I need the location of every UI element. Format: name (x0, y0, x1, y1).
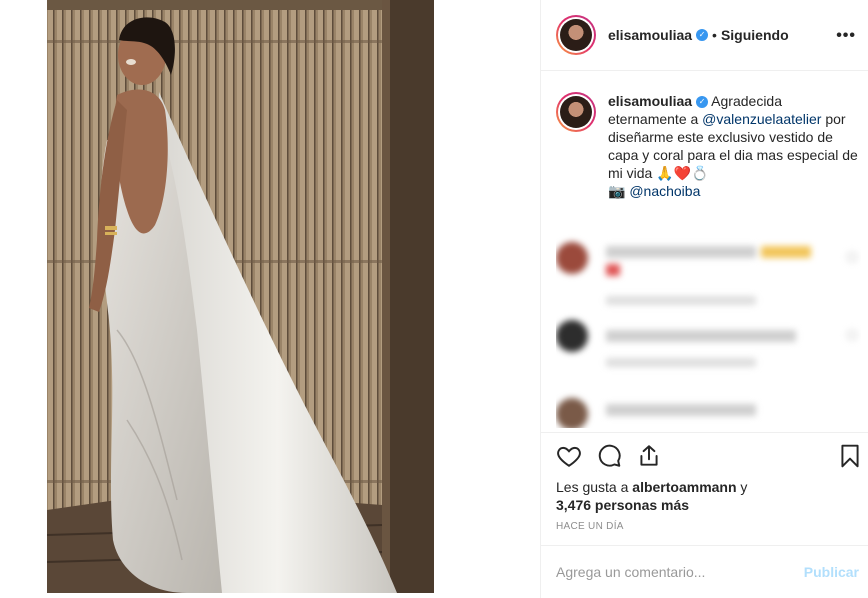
author-username[interactable]: elisamouliaa (608, 27, 692, 43)
comment-item (556, 310, 861, 372)
likes-summary: Les gusta a albertoammann y 3,476 person… (556, 478, 747, 514)
bookmark-icon[interactable] (837, 443, 863, 469)
comments-list[interactable] (556, 232, 861, 428)
action-bar (541, 432, 868, 476)
publish-button[interactable]: Publicar (804, 564, 859, 580)
add-comment-form: Publicar (541, 545, 868, 598)
heart-icon[interactable] (556, 443, 582, 469)
mention-link[interactable]: @valenzuelaatelier (702, 111, 821, 127)
verified-badge-icon: ✓ (696, 96, 709, 109)
caption-avatar[interactable] (556, 92, 596, 132)
bride-photo (47, 0, 434, 593)
verified-badge-icon: ✓ (696, 29, 709, 41)
post-photo[interactable] (47, 0, 434, 593)
photographer-mention-link[interactable]: @nachoiba (629, 183, 700, 199)
likes-count-link[interactable]: 3,476 personas más (556, 497, 689, 513)
post-header: elisamouliaa ✓ • Siguiendo ••• (541, 0, 868, 71)
share-icon[interactable] (636, 443, 662, 469)
post-side-panel: elisamouliaa ✓ • Siguiendo ••• elisamoul… (541, 0, 868, 598)
author-avatar[interactable] (556, 15, 596, 55)
post-caption: elisamouliaa ✓ Agradecida eternamente a @… (556, 92, 861, 200)
more-options-icon[interactable]: ••• (836, 27, 856, 45)
comment-input[interactable] (556, 564, 786, 580)
caption-username[interactable]: elisamouliaa (608, 93, 692, 109)
likes-user-link[interactable]: albertoammann (632, 479, 736, 495)
caption-text: elisamouliaa ✓ Agradecida eternamente a @… (608, 92, 861, 200)
comment-icon[interactable] (596, 443, 622, 469)
separator-dot: • (712, 27, 717, 43)
likes-connector: y (736, 479, 748, 495)
likes-prefix: Les gusta a (556, 479, 633, 495)
caption-emojis: 🙏❤️💍 (656, 165, 709, 181)
post-timestamp[interactable]: HACE UN DÍA (556, 521, 624, 532)
following-button[interactable]: Siguiendo (721, 27, 789, 43)
comment-item (556, 388, 861, 428)
camera-icon: 📷 (608, 183, 626, 199)
comment-item (556, 232, 861, 305)
